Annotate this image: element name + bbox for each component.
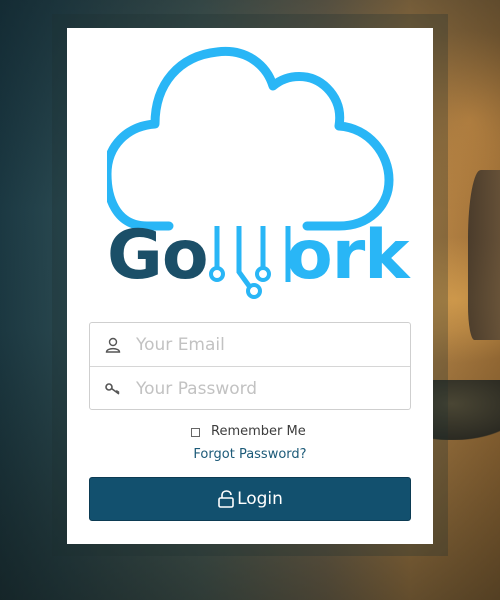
cloud-icon [107, 46, 394, 231]
forgot-password-link[interactable]: Forgot Password? [67, 447, 433, 462]
credentials-group [89, 322, 411, 410]
login-button[interactable]: Login [89, 477, 411, 521]
password-row [90, 366, 410, 410]
remember-me[interactable]: Remember Me [191, 424, 306, 439]
email-row [90, 323, 410, 366]
remember-checkbox[interactable] [191, 428, 200, 437]
background-rock [468, 170, 500, 340]
unlock-icon [218, 490, 234, 508]
password-input[interactable] [136, 378, 396, 399]
email-input[interactable] [136, 334, 396, 355]
brand-name-work: ork [286, 216, 409, 295]
login-card: Go ork Remember Me Forgot Pass [67, 28, 433, 544]
key-icon [90, 382, 136, 396]
remember-label: Remember Me [211, 424, 306, 439]
brand-name-go: Go [107, 216, 209, 295]
user-icon [90, 337, 136, 353]
login-label: Login [237, 489, 283, 509]
